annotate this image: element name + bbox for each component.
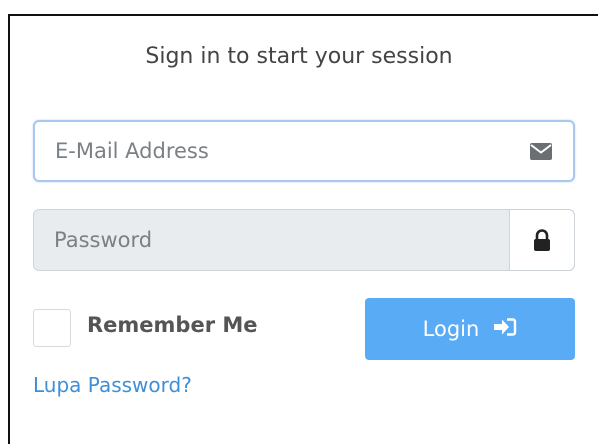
sign-in-arrow-icon [493, 317, 517, 342]
password-field-group [33, 209, 575, 271]
envelope-icon [509, 122, 573, 180]
lock-icon [509, 210, 574, 270]
login-button[interactable]: Login [365, 298, 575, 360]
remember-me-checkbox[interactable] [33, 309, 71, 347]
remember-me-label[interactable]: Remember Me [87, 313, 258, 337]
email-input[interactable] [35, 122, 509, 180]
forgot-password-link[interactable]: Lupa Password? [33, 373, 192, 397]
login-title: Sign in to start your session [145, 44, 453, 69]
login-button-label: Login [422, 317, 480, 341]
email-field-group [33, 120, 575, 182]
password-input[interactable] [34, 210, 509, 270]
